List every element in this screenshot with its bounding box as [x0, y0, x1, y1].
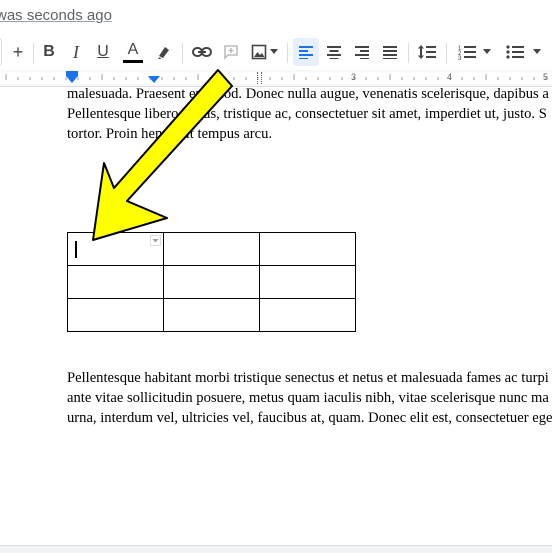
ruler-number-3: 3	[351, 72, 357, 82]
font-size-decrease-edge[interactable]	[0, 38, 2, 66]
table-cell-active[interactable]	[67, 232, 164, 266]
toolbar-separator	[33, 43, 34, 63]
table-cell[interactable]	[67, 265, 164, 299]
text-cursor	[75, 241, 77, 258]
toolbar-separator	[182, 43, 183, 63]
table-cell[interactable]	[163, 232, 260, 266]
last-edit-link[interactable]: was seconds ago	[0, 7, 112, 24]
ruler-number-5: 5	[543, 72, 549, 82]
left-indent-marker[interactable]	[66, 76, 78, 84]
align-center-icon	[327, 46, 341, 59]
numbered-list-icon: 1 2 3	[458, 46, 476, 60]
table-column-marker[interactable]	[257, 72, 262, 84]
insert-image-button[interactable]	[247, 38, 281, 66]
table-cell[interactable]	[163, 298, 260, 332]
link-icon	[192, 47, 212, 57]
document-paragraph-line: malesuada. Praesent euismod. Donec nulla…	[67, 86, 549, 102]
document-paragraph-line: Pellentesque habitant morbi tristique se…	[67, 370, 549, 386]
plus-icon: +	[12, 41, 24, 62]
align-right-button[interactable]	[350, 38, 374, 66]
highlight-color-button[interactable]	[152, 38, 176, 66]
table-cell[interactable]	[259, 265, 356, 299]
highlighter-icon	[158, 47, 169, 59]
align-right-icon	[355, 46, 369, 59]
table-cell[interactable]	[259, 232, 356, 266]
cell-menu-icon[interactable]	[150, 235, 161, 246]
align-center-button[interactable]	[322, 38, 346, 66]
bulleted-list-icon	[505, 45, 524, 59]
document-paragraph-line: Pellentesque libero lectus, tristique ac…	[67, 106, 547, 122]
text-color-icon: A	[127, 40, 139, 58]
numbered-list-button[interactable]: 1 2 3	[453, 38, 495, 66]
italic-button[interactable]: I	[64, 38, 88, 66]
toolbar-separator	[446, 43, 447, 63]
table-cell[interactable]	[67, 298, 164, 332]
document-paragraph-line: urna, interdum vel, ultricies vel, fauci…	[67, 410, 552, 426]
table-cell[interactable]	[163, 265, 260, 299]
justify-button[interactable]	[378, 38, 402, 66]
insert-comment-button[interactable]	[219, 38, 243, 66]
underline-button[interactable]: U	[91, 38, 115, 66]
insert-link-button[interactable]	[189, 38, 215, 66]
document-page[interactable]: malesuada. Praesent euismod. Donec nulla…	[0, 86, 552, 545]
ruler-number-4: 4	[447, 72, 453, 82]
bold-button[interactable]: B	[37, 38, 61, 66]
table-cell[interactable]	[259, 298, 356, 332]
document-paragraph-line: tortor. Proin hendrerit tempus arcu.	[67, 126, 273, 142]
table-row	[67, 232, 356, 266]
italic-icon: I	[73, 41, 79, 62]
table-row	[67, 265, 356, 299]
toolbar-separator	[287, 43, 288, 63]
line-spacing-icon	[418, 45, 436, 59]
table-row	[67, 298, 356, 332]
chevron-down-icon	[532, 49, 541, 54]
toolbar-separator	[408, 43, 409, 63]
bold-icon: B	[43, 43, 55, 60]
image-icon	[251, 44, 266, 60]
justify-icon	[383, 46, 397, 59]
align-left-button[interactable]	[293, 38, 319, 66]
text-color-button[interactable]: A	[120, 38, 146, 66]
right-indent-marker[interactable]	[148, 76, 160, 84]
formatting-toolbar: + B I U A 1 2 3	[0, 34, 552, 71]
svg-text:3: 3	[458, 56, 462, 60]
text-color-swatch	[123, 59, 143, 63]
document-paragraph-line: ante vitae sollicitudin posuere, metus q…	[67, 390, 549, 406]
title-bar: was seconds ago	[0, 0, 552, 34]
font-size-increase-button[interactable]: +	[6, 38, 30, 66]
chevron-down-icon	[269, 49, 278, 54]
bulleted-list-button[interactable]	[501, 38, 545, 66]
align-left-icon	[299, 46, 313, 59]
line-spacing-button[interactable]	[414, 38, 440, 66]
underline-icon: U	[97, 43, 109, 60]
add-comment-icon	[224, 45, 238, 60]
chevron-down-icon	[482, 49, 491, 54]
document-table[interactable]	[67, 232, 356, 332]
